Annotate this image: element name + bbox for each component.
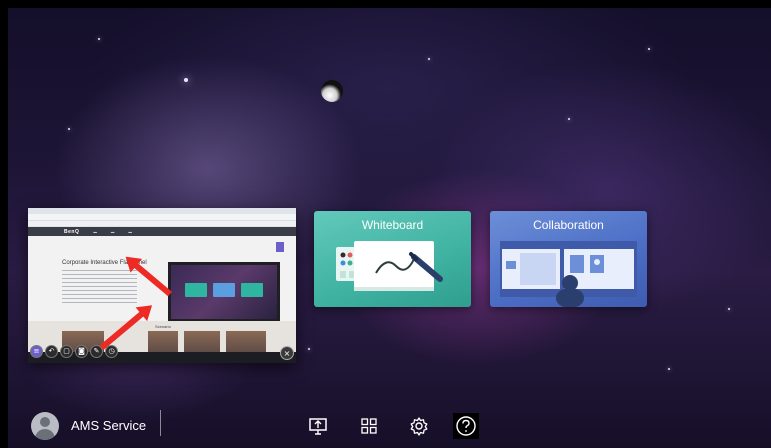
star [184,78,188,82]
nav-link: ▬ [128,229,132,234]
star [728,308,730,310]
star [568,118,570,120]
collaboration-icon [500,241,637,307]
brand-logo: BenQ [64,228,80,235]
timer-icon[interactable]: ◷ [105,345,118,358]
help-icon [456,416,476,436]
planet [321,80,343,102]
browser-url-bar [28,214,296,221]
pen-icon[interactable]: ✎ [90,345,103,358]
screen-tile [185,283,207,297]
screen-share-button[interactable] [305,413,331,439]
recent-app-preview[interactable]: BenQ ▬ ▬ ▬ Corporate Interactive Flat Pa… [28,208,296,363]
nav-link: ▬ [93,229,97,234]
star [98,38,100,40]
website-nav: BenQ ▬ ▬ ▬ [28,227,296,236]
product-image [168,262,280,322]
desktop-background: BenQ ▬ ▬ ▬ Corporate Interactive Flat Pa… [8,8,771,448]
camera-icon[interactable]: ◙ [75,345,88,358]
settings-icon [410,417,428,436]
red-arrow [131,260,172,297]
screen-share-icon [309,418,327,435]
close-icon[interactable]: × [280,346,294,360]
apps-grid-icon [361,418,377,434]
avatar-icon[interactable] [31,412,59,440]
website-paragraph [62,270,137,304]
apps-grid-button[interactable] [356,413,382,439]
nav-link: ▬ [110,229,115,234]
user-name[interactable]: AMS Service [71,418,146,433]
scenario-label: Scenario [155,324,171,329]
settings-button[interactable] [406,413,432,439]
star [428,58,430,60]
menu-icon[interactable]: ≡ [30,345,43,358]
whiteboard-icon [336,241,443,291]
website-badge [276,242,284,252]
help-button[interactable] [453,413,479,439]
star [648,48,650,50]
app-card-whiteboard[interactable]: Whiteboard [314,211,471,307]
app-card-collaboration[interactable]: Collaboration [490,211,647,307]
star [308,348,310,350]
star [668,368,670,370]
star [68,128,70,130]
screen-tile [241,283,263,297]
floating-toolbar: ≡ ↶ ▢ ◙ ✎ ◷ [30,345,118,358]
screen-tile [213,283,235,297]
bottom-divider [160,410,161,436]
undo-icon[interactable]: ↶ [45,345,58,358]
screenshot-icon[interactable]: ▢ [60,345,73,358]
website-body: Corporate Interactive Flat Panel Scenari… [28,236,296,361]
